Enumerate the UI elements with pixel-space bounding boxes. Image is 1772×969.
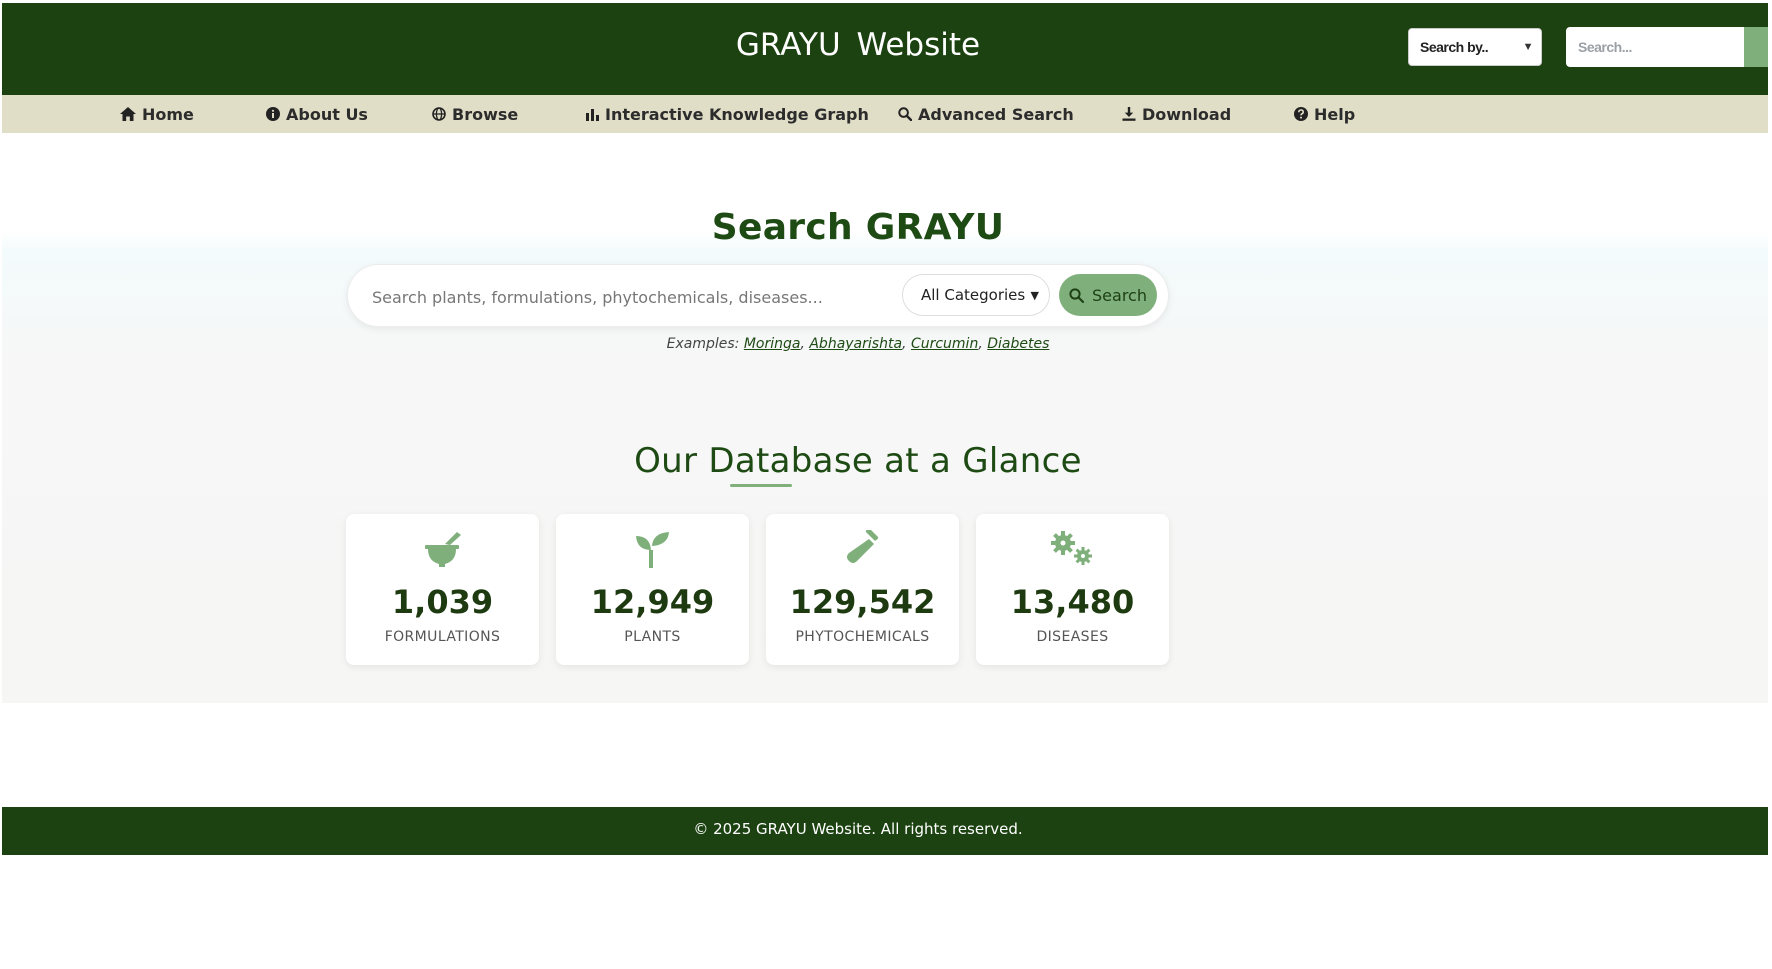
nav-label-home: Home bbox=[142, 104, 194, 124]
search-icon bbox=[898, 107, 912, 121]
globe-icon bbox=[432, 107, 446, 121]
page: GRAYU Website Search by.. ▼ Search... Ho… bbox=[2, 3, 1768, 965]
search-icon bbox=[1069, 287, 1085, 303]
stat-label: PLANTS bbox=[624, 629, 681, 645]
main-search-bar: All Categories ▼ Search bbox=[347, 264, 1169, 327]
nav-item-knowledge-graph[interactable]: Interactive Knowledge Graph bbox=[586, 95, 869, 133]
nav-label-about: About Us bbox=[286, 104, 368, 124]
search-title: Search GRAYU bbox=[711, 207, 1005, 248]
search-button[interactable]: Search bbox=[1059, 274, 1157, 316]
nav-item-home[interactable]: Home bbox=[120, 95, 194, 133]
nav-item-advanced-search[interactable]: Advanced Search bbox=[898, 95, 1074, 133]
stat-card-phytochemicals: 129,542 PHYTOCHEMICALS bbox=[766, 514, 959, 665]
nav-item-download[interactable]: Download bbox=[1122, 95, 1231, 133]
stat-label: FORMULATIONS bbox=[384, 629, 501, 645]
stat-value: 1,039 bbox=[391, 583, 494, 621]
nav-label-knowledge-graph: Interactive Knowledge Graph bbox=[605, 104, 869, 124]
nav-label-download: Download bbox=[1142, 104, 1232, 124]
main-search-input[interactable] bbox=[372, 283, 892, 311]
nav-label-browse: Browse bbox=[452, 104, 519, 124]
glance-underline bbox=[730, 484, 792, 487]
header-search-placeholder: Search... bbox=[1578, 39, 1632, 55]
mortar-pestle-icon bbox=[346, 530, 539, 578]
chevron-down-icon: ▼ bbox=[1030, 288, 1039, 302]
header-search-input[interactable]: Search... bbox=[1566, 27, 1744, 67]
example-link[interactable]: Curcumin bbox=[911, 336, 978, 352]
stat-card-diseases: 13,480 DISEASES bbox=[976, 514, 1169, 665]
nav-label-advanced-search: Advanced Search bbox=[918, 104, 1074, 124]
chart-icon bbox=[586, 109, 599, 121]
nav-label-help: Help bbox=[1314, 104, 1356, 124]
home-icon bbox=[120, 107, 136, 121]
stat-value: 12,949 bbox=[590, 583, 715, 621]
stat-value: 129,542 bbox=[789, 583, 936, 621]
search-examples: Examples: Moringa, Abhayarishta, Curcumi… bbox=[666, 336, 1050, 352]
chevron-down-icon: ▼ bbox=[1522, 41, 1534, 53]
search-button-label: Search bbox=[1092, 285, 1147, 305]
example-link[interactable]: Moringa bbox=[744, 336, 801, 352]
search-by-select[interactable]: Search by.. ▼ bbox=[1408, 28, 1542, 66]
stat-card-plants: 12,949 PLANTS bbox=[556, 514, 749, 665]
example-link[interactable]: Abhayarishta bbox=[809, 336, 902, 352]
stat-label: PHYTOCHEMICALS bbox=[795, 629, 930, 645]
stat-value: 13,480 bbox=[1010, 583, 1135, 621]
examples-label: Examples: bbox=[666, 336, 740, 352]
search-by-label: Search by.. bbox=[1420, 39, 1489, 55]
stat-label: DISEASES bbox=[1036, 629, 1109, 645]
glance-title: Our Database at a Glance bbox=[634, 441, 1082, 481]
test-tube-icon bbox=[766, 530, 959, 578]
seedling-icon bbox=[556, 530, 749, 578]
example-link[interactable]: Diabetes bbox=[987, 336, 1049, 352]
download-icon bbox=[1122, 107, 1136, 121]
main-nav: Home About Us Browse Interactive Knowled… bbox=[2, 95, 1768, 133]
info-icon bbox=[266, 107, 280, 121]
help-icon bbox=[1294, 107, 1308, 121]
nav-item-about[interactable]: About Us bbox=[266, 95, 368, 133]
site-footer: © 2025 GRAYU Website. All rights reserve… bbox=[2, 807, 1768, 855]
footer-copyright: © 2025 GRAYU Website. All rights reserve… bbox=[693, 820, 1023, 838]
nav-item-browse[interactable]: Browse bbox=[432, 95, 518, 133]
category-label: All Categories bbox=[921, 286, 1026, 304]
virus-icon bbox=[976, 530, 1169, 578]
stat-card-formulations: 1,039 FORMULATIONS bbox=[346, 514, 539, 665]
category-select[interactable]: All Categories ▼ bbox=[902, 274, 1050, 316]
site-header: GRAYU Website Search by.. ▼ Search... bbox=[2, 3, 1768, 95]
header-search-button[interactable] bbox=[1744, 27, 1768, 67]
nav-item-help[interactable]: Help bbox=[1294, 95, 1355, 133]
